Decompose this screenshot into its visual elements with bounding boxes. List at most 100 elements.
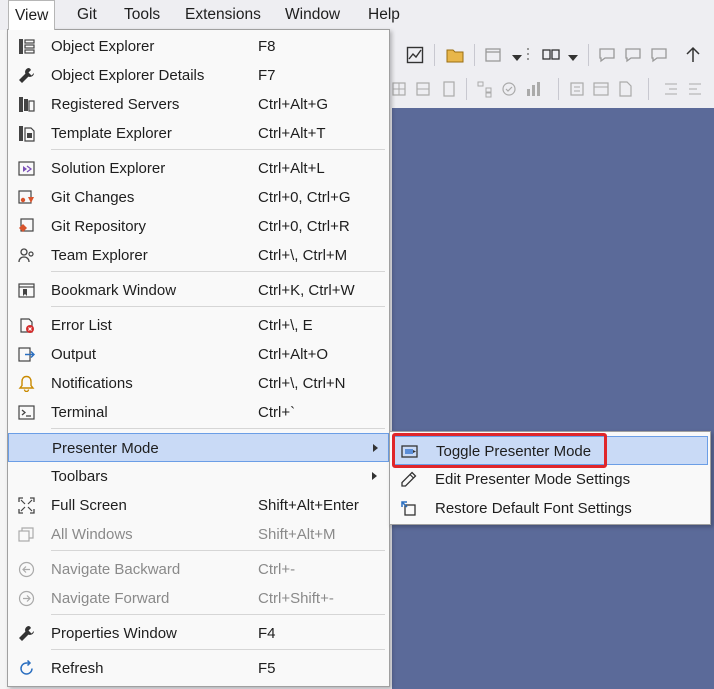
menu-item-shortcut: Shift+Alt+Enter <box>258 497 359 514</box>
pencil-icon <box>401 471 417 487</box>
menu-item-label: Restore Default Font Settings <box>435 500 632 517</box>
menu-item-object-explorer[interactable]: Object Explorer F8 <box>8 32 389 61</box>
menu-item-label: Object Explorer Details <box>51 67 205 84</box>
menu-item-all-windows[interactable]: All Windows Shift+Alt+M <box>8 520 389 549</box>
wrench-icon <box>19 626 34 641</box>
submenu-item-toggle-presenter-mode[interactable]: Toggle Presenter Mode <box>392 436 708 465</box>
menu-item-label: Error List <box>51 317 112 334</box>
solution-explorer-icon <box>18 161 35 176</box>
toolbar-comment-icon[interactable] <box>598 46 616 64</box>
toolbar-table-icon[interactable] <box>592 80 610 98</box>
full-screen-icon <box>18 497 35 514</box>
menu-item-toolbars[interactable]: Toolbars <box>8 462 389 491</box>
toolbar-report-icon[interactable] <box>568 80 586 98</box>
menu-separator <box>51 550 385 551</box>
toolbar-comment-icon[interactable] <box>650 46 668 64</box>
toolbar-grip-icon[interactable] <box>524 46 542 64</box>
toolbar-separator <box>648 78 649 100</box>
menu-separator <box>51 271 385 272</box>
menu-item-output[interactable]: Output Ctrl+Alt+O <box>8 340 389 369</box>
menu-item-label: Registered Servers <box>51 96 180 113</box>
menu-item-shortcut: F8 <box>258 38 276 55</box>
menu-item-label: Output <box>51 346 97 363</box>
menu-item-terminal[interactable]: Terminal Ctrl+` <box>8 398 389 427</box>
git-repository-icon <box>19 218 34 232</box>
menu-item-label: All Windows <box>51 526 133 543</box>
menu-item-shortcut: Shift+Alt+M <box>258 526 336 543</box>
menu-item-full-screen[interactable]: Full Screen Shift+Alt+Enter <box>8 491 389 520</box>
toolbar-dropdown-icon[interactable] <box>564 48 582 66</box>
menu-item-shortcut: Ctrl+\, Ctrl+N <box>258 375 346 392</box>
toolbar-grid-icon[interactable] <box>414 80 432 98</box>
toolbar-separator <box>474 44 475 66</box>
navigate-forward-icon <box>18 590 35 607</box>
menubar-view[interactable]: View <box>8 0 56 30</box>
menu-item-shortcut: Ctrl+0, Ctrl+R <box>258 218 350 235</box>
menu-item-team-explorer[interactable]: Team Explorer Ctrl+\, Ctrl+M <box>8 241 389 270</box>
toolbar-indent-icon[interactable] <box>662 80 680 98</box>
menu-item-shortcut: Ctrl+Alt+O <box>258 346 329 363</box>
restore-icon <box>401 501 416 516</box>
view-menu: Object Explorer F8 Object Explorer Detai… <box>7 29 390 687</box>
toolbar-columns-icon[interactable] <box>542 46 560 64</box>
terminal-icon <box>18 405 35 420</box>
menu-item-label: Git Changes <box>51 189 135 206</box>
menu-item-label: Edit Presenter Mode Settings <box>435 471 631 488</box>
menu-item-notifications[interactable]: Notifications Ctrl+\, Ctrl+N <box>8 369 389 398</box>
toolbar-separator <box>434 44 435 66</box>
toolbar-outdent-icon[interactable] <box>686 80 704 98</box>
menu-item-presenter-mode[interactable]: Presenter Mode <box>8 433 389 462</box>
menu-item-shortcut: Ctrl+Alt+T <box>258 125 326 142</box>
menu-item-bookmark-window[interactable]: Bookmark Window Ctrl+K, Ctrl+W <box>8 276 389 305</box>
menu-item-refresh[interactable]: Refresh F5 <box>8 654 389 683</box>
toolbar-bars-icon[interactable] <box>524 80 542 98</box>
menu-separator <box>51 614 385 615</box>
menu-item-shortcut: Ctrl+0, Ctrl+G <box>258 189 351 206</box>
toolbar-doc-icon[interactable] <box>440 80 458 98</box>
menu-item-shortcut: Ctrl+\, E <box>258 317 313 334</box>
refresh-icon <box>20 660 33 675</box>
menubar-git[interactable]: Git <box>77 0 97 30</box>
toolbar-tree-icon[interactable] <box>476 80 494 98</box>
toolbar-separator <box>558 78 559 100</box>
menu-item-error-list[interactable]: Error List Ctrl+\, E <box>8 311 389 340</box>
submenu-item-restore-default-font-settings[interactable]: Restore Default Font Settings <box>392 494 708 523</box>
menu-item-label: Properties Window <box>51 625 177 642</box>
menu-item-solution-explorer[interactable]: Solution Explorer Ctrl+Alt+L <box>8 154 389 183</box>
menu-item-shortcut: Ctrl+- <box>258 561 296 578</box>
toolbar-window-icon[interactable] <box>484 46 502 64</box>
toolbar-chart-icon[interactable] <box>406 46 424 64</box>
menu-item-label: Git Repository <box>51 218 147 235</box>
toolbar-folder-icon[interactable] <box>446 46 464 64</box>
menu-separator <box>51 149 385 150</box>
toolbar-comment-icon[interactable] <box>624 46 642 64</box>
submenu-item-edit-presenter-mode-settings[interactable]: Edit Presenter Mode Settings <box>392 465 708 494</box>
menubar-help[interactable]: Help <box>368 0 400 30</box>
menu-item-navigate-forward[interactable]: Navigate Forward Ctrl+Shift+- <box>8 584 389 613</box>
menu-item-git-changes[interactable]: Git Changes Ctrl+0, Ctrl+G <box>8 183 389 212</box>
menu-item-git-repository[interactable]: Git Repository Ctrl+0, Ctrl+R <box>8 212 389 241</box>
registered-servers-icon <box>19 97 35 112</box>
wrench-icon <box>19 68 34 83</box>
toolbar-arrow-up-icon[interactable] <box>684 46 702 64</box>
menubar-window[interactable]: Window <box>285 0 340 30</box>
menu-item-label: Presenter Mode <box>52 440 159 457</box>
menu-item-properties-window[interactable]: Properties Window F4 <box>8 619 389 648</box>
toolbar-page-icon[interactable] <box>616 80 634 98</box>
menubar-extensions[interactable]: Extensions <box>185 0 261 30</box>
menubar-tools[interactable]: Tools <box>124 0 160 30</box>
menu-item-template-explorer[interactable]: Template Explorer Ctrl+Alt+T <box>8 119 389 148</box>
secondary-toolbar <box>392 74 714 107</box>
menu-item-object-explorer-details[interactable]: Object Explorer Details F7 <box>8 61 389 90</box>
menu-item-navigate-backward[interactable]: Navigate Backward Ctrl+- <box>8 555 389 584</box>
menu-item-shortcut: F5 <box>258 660 276 677</box>
menu-item-shortcut: Ctrl+Alt+L <box>258 160 325 177</box>
menu-item-label: Solution Explorer <box>51 160 166 177</box>
menu-item-registered-servers[interactable]: Registered Servers Ctrl+Alt+G <box>8 90 389 119</box>
editor-area <box>392 108 714 689</box>
output-icon <box>18 347 35 362</box>
toolbar-separator <box>588 44 589 66</box>
toolbar-grid-icon[interactable] <box>390 80 408 98</box>
toolbar-check-icon[interactable] <box>500 80 518 98</box>
menu-item-label: Object Explorer <box>51 38 155 55</box>
